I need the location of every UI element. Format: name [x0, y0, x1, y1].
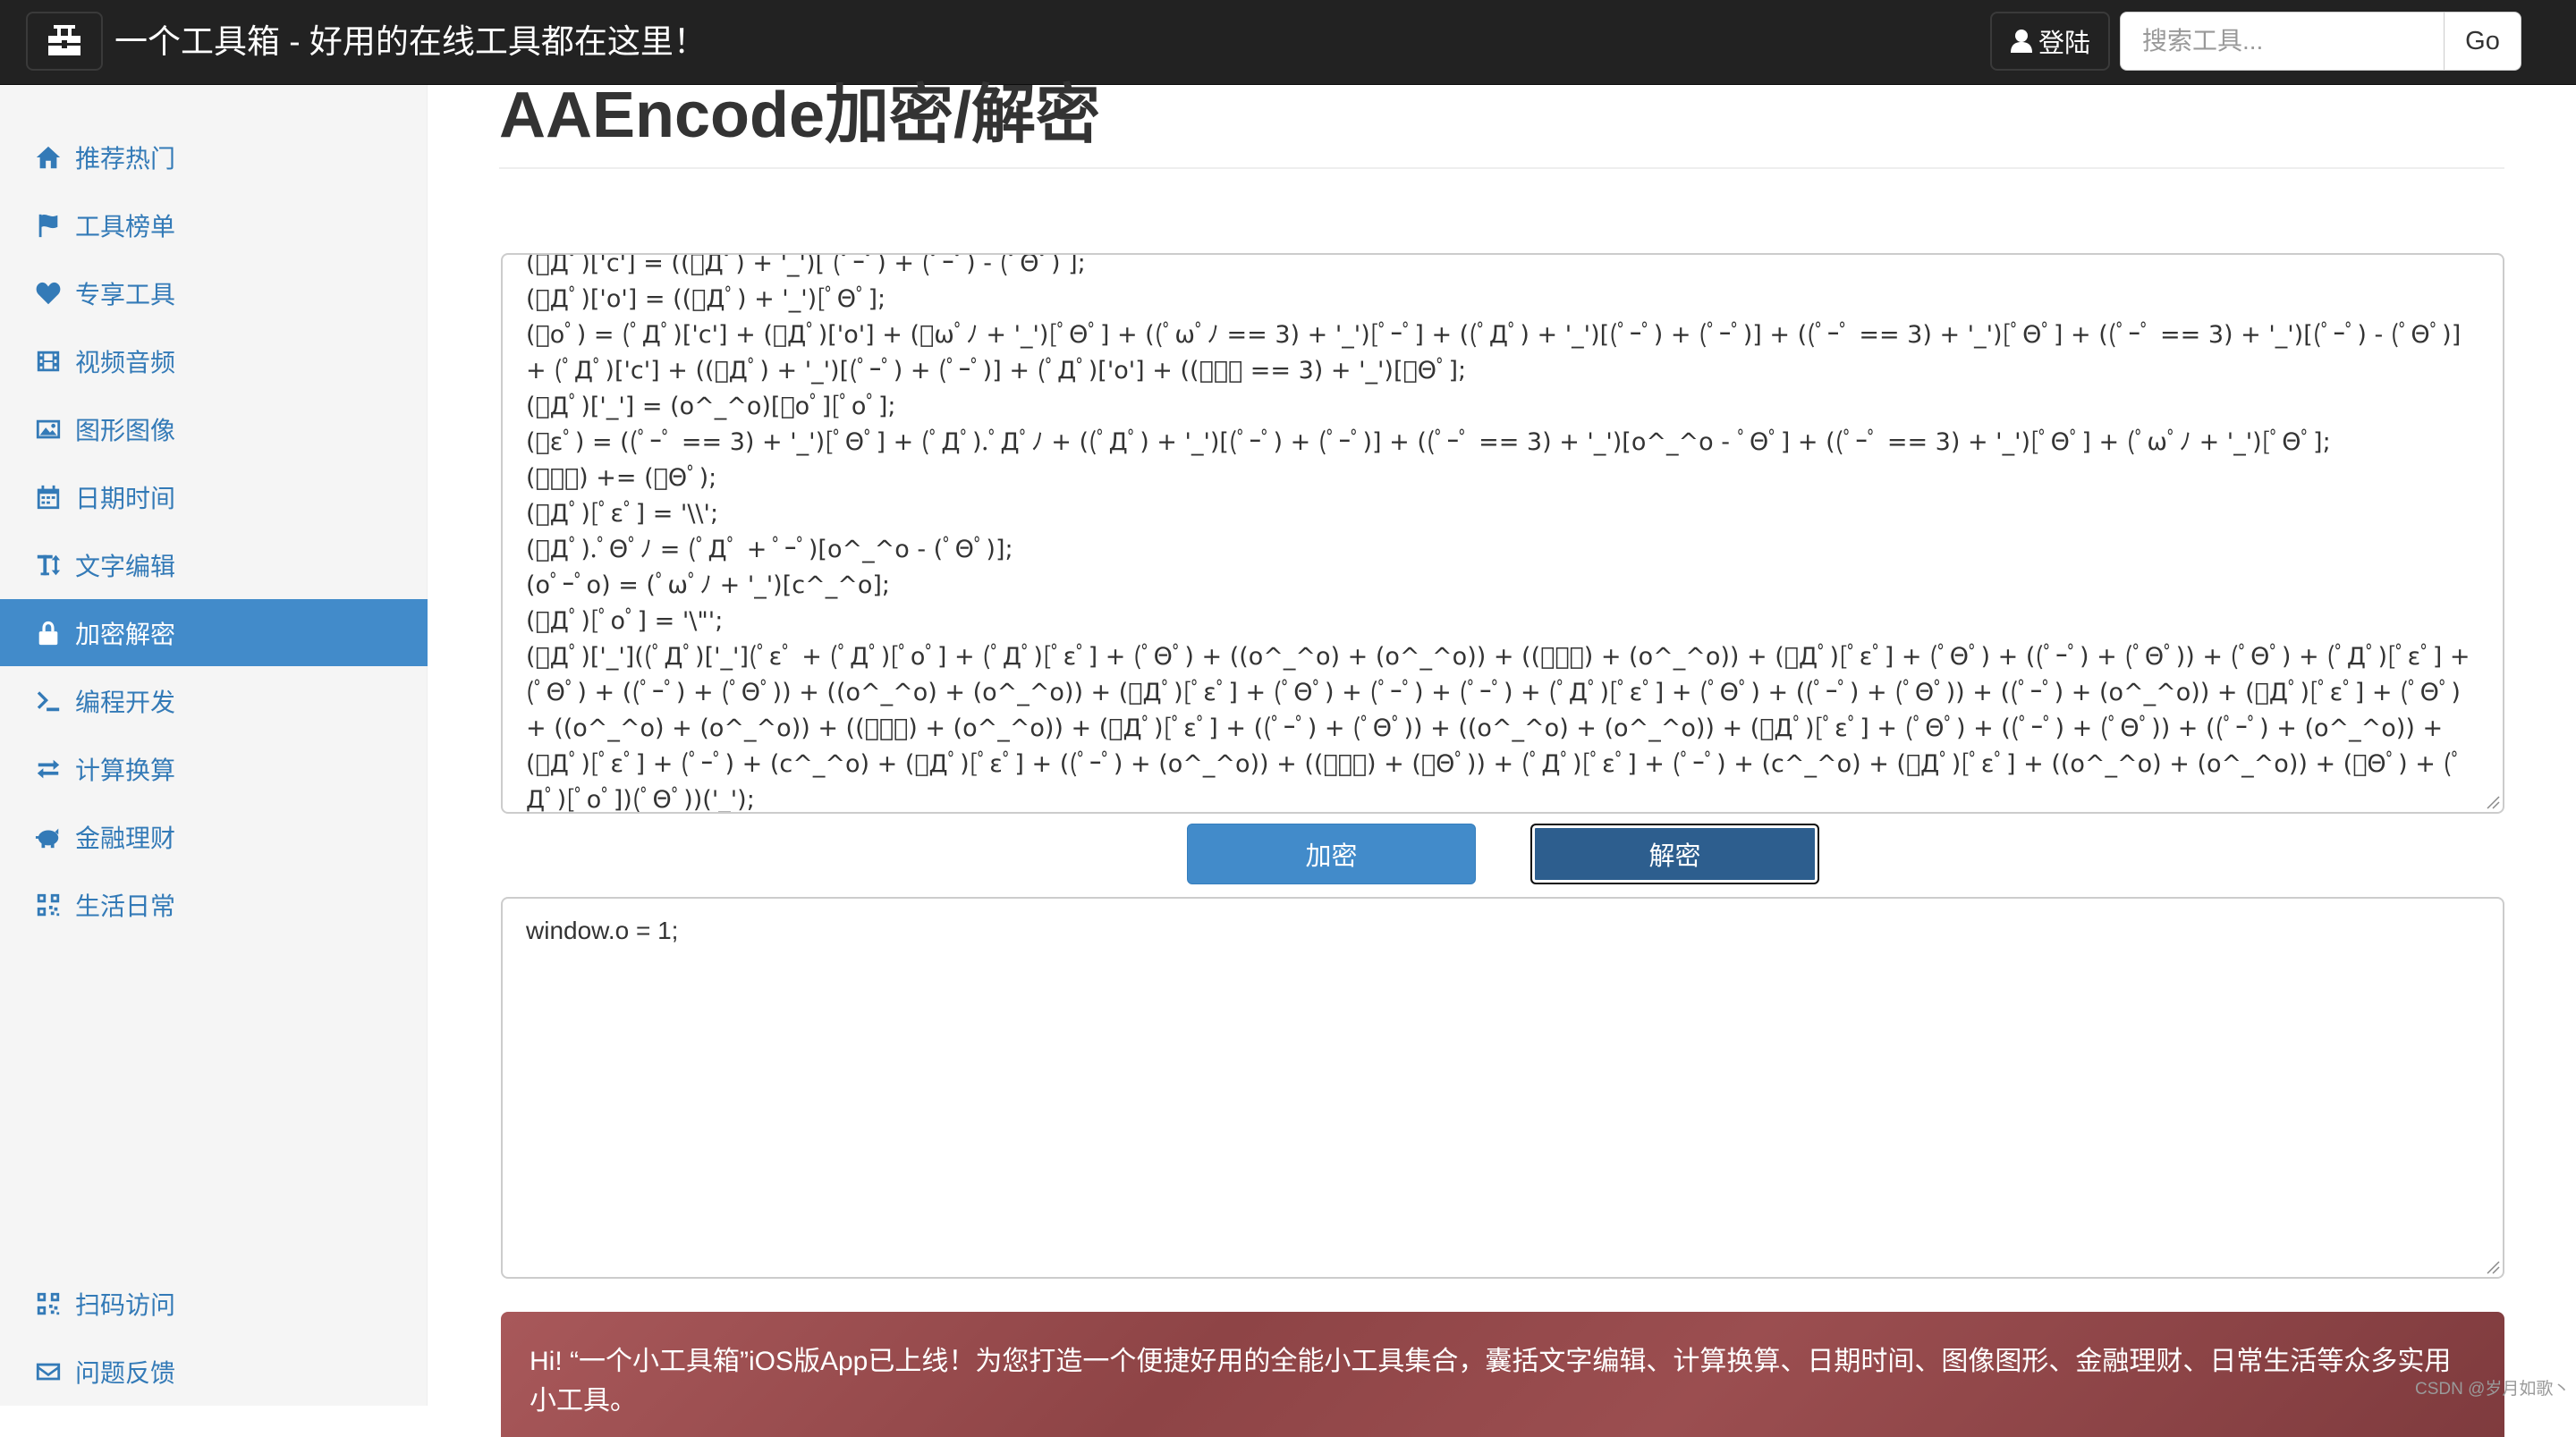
sidebar-item-label: 计算换算: [75, 756, 176, 784]
site-title[interactable]: 一个工具箱 - 好用的在线工具都在这里！: [114, 20, 707, 64]
go-button[interactable]: Go: [2444, 12, 2521, 71]
film-icon: [34, 347, 63, 376]
sidebar-item-label: 推荐热门: [75, 144, 176, 173]
terminal-icon: [34, 687, 63, 715]
sidebar-item-label: 图形图像: [75, 416, 176, 444]
sidebar-item-label: 加密解密: [75, 620, 176, 648]
login-button[interactable]: 登陆: [1990, 12, 2110, 71]
sidebar-item-daily-life[interactable]: 生活日常: [0, 871, 428, 938]
code-line: (ﾟДﾟ).ﾟΘﾟﾉ = (ﾟДﾟ + ﾟｰﾟ)[o^_^o - (ﾟΘﾟ)];: [526, 536, 1013, 563]
resize-grip-icon[interactable]: [2484, 793, 2500, 809]
user-icon: [2010, 30, 2032, 53]
resize-grip-icon[interactable]: [2484, 1258, 2500, 1274]
piggy-bank-icon: [34, 823, 63, 851]
encrypt-button[interactable]: 加密: [1187, 824, 1476, 884]
sidebar-item-label: 工具榜单: [75, 212, 176, 241]
toolbox-icon[interactable]: [26, 12, 103, 71]
sidebar-item-video-audio[interactable]: 视频音频: [0, 327, 428, 394]
sidebar-item-conversion[interactable]: 计算换算: [0, 735, 428, 802]
promo-text: Hi! “一个小工具箱”iOS版App已上线！为您打造一个便捷好用的全能小工具集…: [530, 1347, 2452, 1416]
home-icon: [34, 143, 63, 172]
login-label: 登陆: [2038, 30, 2090, 58]
sidebar-item-label: 生活日常: [75, 892, 176, 920]
encoded-input-textarea[interactable]: (ﾟДﾟ)['c'] = ((ﾟДﾟ) + '_')[ (ﾟｰﾟ) + (ﾟｰﾟ…: [501, 253, 2504, 814]
watermark: CSDN @岁月如歌丶: [2415, 1380, 2571, 1399]
code-line: (ﾟДﾟ)[ﾟεﾟ] = '\\';: [526, 500, 719, 528]
sidebar-item-feedback[interactable]: 问题反馈: [0, 1338, 428, 1405]
sidebar-item-programming[interactable]: 编程开发: [0, 667, 428, 734]
sidebar-item-datetime[interactable]: 日期时间: [0, 463, 428, 530]
transfer-icon: [34, 755, 63, 783]
sidebar-item-label: 专享工具: [75, 280, 176, 309]
lock-icon: [34, 619, 63, 647]
sidebar-item-exclusive[interactable]: 专享工具: [0, 259, 428, 326]
decoded-output-textarea[interactable]: window.o = 1;: [501, 897, 2504, 1279]
qrcode-icon: [34, 891, 63, 919]
sidebar-item-label: 日期时间: [75, 484, 176, 512]
code-line: (ﾟДﾟ)['_'] = (o^_^o)[ﾟoﾟ][ﾟoﾟ];: [526, 393, 896, 420]
sidebar-item-label: 扫码访问: [75, 1290, 176, 1319]
code-line: (ﾟДﾟ)['_']((ﾟДﾟ)['_'](ﾟεﾟ + (ﾟДﾟ)[ﾟoﾟ] +…: [526, 643, 2479, 814]
sidebar-item-text-edit[interactable]: 文字编辑: [0, 531, 428, 598]
title-divider: [499, 167, 2504, 169]
decrypt-button[interactable]: 解密: [1530, 824, 1819, 884]
code-line: (oﾟｰﾟo) = (ﾟωﾟﾉ + '_')[c^_^o];: [526, 571, 890, 599]
app-promo-banner[interactable]: Hi! “一个小工具箱”iOS版App已上线！为您打造一个便捷好用的全能小工具集…: [501, 1312, 2504, 1437]
sidebar-item-label: 问题反馈: [75, 1358, 176, 1387]
code-line: (ﾟДﾟ)[ﾟoﾟ] = '\"';: [526, 607, 724, 635]
sidebar-item-label: 金融理财: [75, 824, 176, 852]
picture-icon: [34, 415, 63, 444]
calendar-icon: [34, 483, 63, 511]
sidebar-item-encryption[interactable]: 加密解密: [0, 599, 428, 666]
code-line: (ﾟεﾟ) = ((ﾟｰﾟ == 3) + '_')[ﾟΘﾟ] + (ﾟДﾟ).…: [526, 428, 2331, 456]
sidebar-item-label: 视频音频: [75, 348, 176, 376]
sidebar: 推荐热门 工具榜单 专享工具 视频音频 图形图像 日期时间 文字编辑 加密解密 …: [0, 85, 428, 1406]
sidebar-item-ranking[interactable]: 工具榜单: [0, 191, 428, 258]
heart-icon: [34, 279, 63, 308]
code-line: (ﾟｰﾟ) += (ﾟΘﾟ);: [526, 464, 717, 492]
sidebar-item-scan-visit[interactable]: 扫码访问: [0, 1270, 428, 1337]
decoded-text: window.o = 1;: [526, 917, 679, 944]
sidebar-item-finance[interactable]: 金融理财: [0, 803, 428, 870]
top-navbar: 一个工具箱 - 好用的在线工具都在这里！ 登陆 Go: [0, 0, 2576, 85]
code-line: (ﾟoﾟ) = (ﾟДﾟ)['c'] + (ﾟДﾟ)['o'] + (ﾟωﾟﾉ …: [526, 321, 2469, 385]
sidebar-item-label: 文字编辑: [75, 552, 176, 580]
sidebar-item-label: 编程开发: [75, 688, 176, 716]
code-line: (ﾟДﾟ)['c'] = ((ﾟДﾟ) + '_')[ (ﾟｰﾟ) + (ﾟｰﾟ…: [526, 253, 1086, 277]
envelope-icon: [34, 1357, 63, 1386]
page-title: AAEncode加密/解密: [499, 80, 1101, 151]
text-height-icon: [34, 551, 63, 579]
flag-icon: [34, 211, 63, 240]
qrcode-icon: [34, 1289, 63, 1318]
code-line: (ﾟДﾟ)['o'] = ((ﾟДﾟ) + '_')[ﾟΘﾟ];: [526, 285, 886, 313]
sidebar-item-recommended[interactable]: 推荐热门: [0, 123, 428, 190]
sidebar-item-graphics[interactable]: 图形图像: [0, 395, 428, 462]
encoded-text: (ﾟДﾟ)['c'] = ((ﾟДﾟ) + '_')[ (ﾟｰﾟ) + (ﾟｰﾟ…: [526, 253, 2479, 814]
search-input[interactable]: [2120, 12, 2444, 71]
